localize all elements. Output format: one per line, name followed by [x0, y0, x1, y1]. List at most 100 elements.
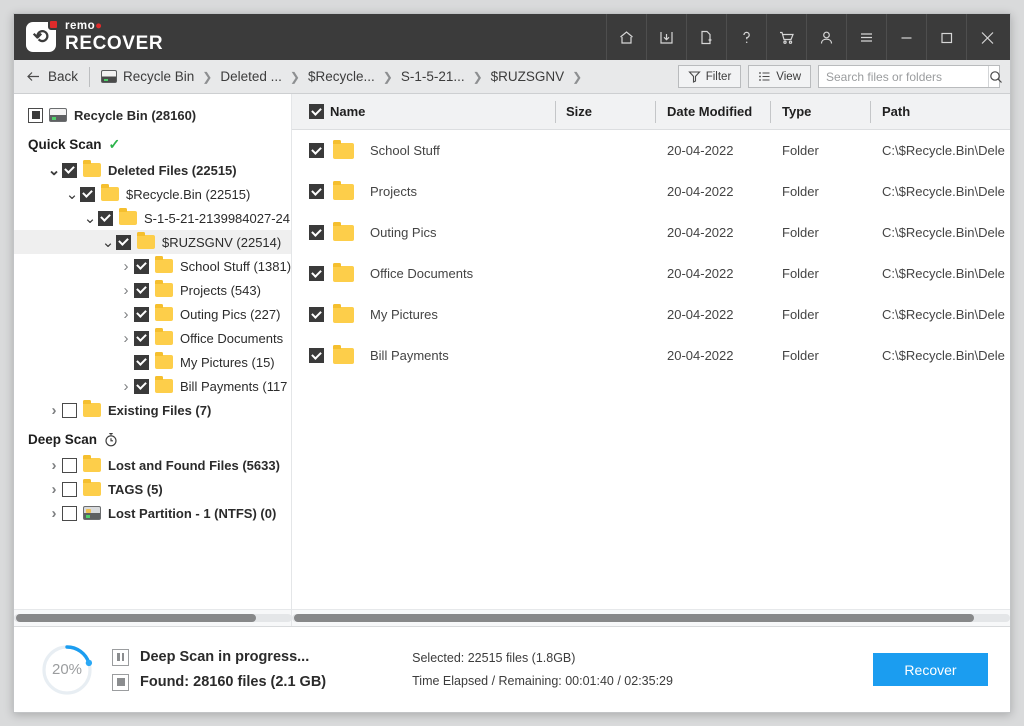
- cell-name[interactable]: Projects: [309, 180, 417, 200]
- table-row[interactable]: Projects 20-04-2022 Folder C:\$Recycle.Bin\…: [292, 171, 1010, 212]
- tree-item-checkbox[interactable]: [134, 354, 149, 370]
- tree-item-checkbox[interactable]: [98, 210, 113, 226]
- cell-name[interactable]: School Stuff: [309, 139, 440, 159]
- tree-item[interactable]: › TAGS (5): [14, 477, 291, 501]
- search-box[interactable]: [818, 65, 1003, 88]
- select-all-checkbox[interactable]: [309, 104, 324, 119]
- close-icon[interactable]: [966, 14, 1010, 60]
- tree-item-checkbox[interactable]: [62, 481, 77, 497]
- row-checkbox[interactable]: [309, 307, 324, 322]
- tree-item-checkbox[interactable]: [62, 505, 77, 521]
- tree-item-checkbox[interactable]: [134, 330, 149, 346]
- tree-item[interactable]: › Office Documents: [14, 326, 291, 350]
- cell-name[interactable]: My Pictures: [309, 303, 438, 323]
- help-icon[interactable]: [726, 14, 766, 60]
- tree-item-checkbox[interactable]: [116, 234, 131, 250]
- tree-item-checkbox[interactable]: [62, 162, 77, 178]
- cart-icon[interactable]: [766, 14, 806, 60]
- tree-item[interactable]: › Lost and Found Files (5633): [14, 453, 291, 477]
- tree-item-checkbox[interactable]: [80, 186, 95, 202]
- sidebar-hscrollbar-thumb[interactable]: [16, 614, 256, 622]
- chevron-right-icon[interactable]: ›: [46, 457, 62, 474]
- table-row[interactable]: My Pictures 20-04-2022 Folder C:\$Recycle.B…: [292, 294, 1010, 335]
- breadcrumb-item-4[interactable]: $RUZSGNV: [491, 69, 565, 84]
- tree-item[interactable]: › Lost Partition - 1 (NTFS) (0): [14, 501, 291, 525]
- chevron-right-icon[interactable]: ›: [118, 282, 134, 299]
- tree-item[interactable]: My Pictures (15): [14, 350, 291, 374]
- new-file-icon[interactable]: [686, 14, 726, 60]
- tree-item[interactable]: › Bill Payments (117: [14, 374, 291, 398]
- tree-item[interactable]: › Projects (543): [14, 278, 291, 302]
- user-icon[interactable]: [806, 14, 846, 60]
- row-checkbox[interactable]: [309, 184, 324, 199]
- chevron-right-icon[interactable]: ›: [118, 306, 134, 323]
- table-row[interactable]: Outing Pics 20-04-2022 Folder C:\$Recycle.B…: [292, 212, 1010, 253]
- chevron-right-icon[interactable]: ›: [46, 481, 62, 498]
- search-input[interactable]: [819, 66, 988, 87]
- row-checkbox[interactable]: [309, 266, 324, 281]
- sidebar-hscrollbar-track[interactable]: [14, 609, 291, 626]
- column-divider[interactable]: [770, 101, 771, 123]
- tree-item[interactable]: › Outing Pics (227): [14, 302, 291, 326]
- save-icon[interactable]: [646, 14, 686, 60]
- chevron-right-icon[interactable]: ›: [46, 402, 62, 419]
- cell-name[interactable]: Outing Pics: [309, 221, 436, 241]
- home-icon[interactable]: [606, 14, 646, 60]
- sidebar-tree-panel[interactable]: Recycle Bin (28160) Quick Scan ✓ ⌄ Delete…: [14, 94, 292, 626]
- breadcrumb-item-0[interactable]: Recycle Bin: [101, 69, 194, 84]
- table-row[interactable]: Bill Payments 20-04-2022 Folder C:\$Recycle…: [292, 335, 1010, 376]
- chevron-down-icon[interactable]: ⌄: [100, 235, 116, 250]
- column-header-type[interactable]: Type: [782, 94, 811, 129]
- breadcrumb-item-2[interactable]: $Recycle...: [308, 69, 375, 84]
- tree-item-checkbox[interactable]: [134, 306, 149, 322]
- column-divider[interactable]: [555, 101, 556, 123]
- chevron-down-icon[interactable]: ⌄: [82, 211, 98, 226]
- back-button[interactable]: Back: [26, 69, 78, 84]
- column-divider[interactable]: [655, 101, 656, 123]
- pause-button[interactable]: [112, 648, 129, 666]
- row-checkbox[interactable]: [309, 143, 324, 158]
- row-checkbox[interactable]: [309, 348, 324, 363]
- column-header-date-modified[interactable]: Date Modified: [667, 94, 752, 129]
- column-divider[interactable]: [870, 101, 871, 123]
- column-header-name[interactable]: Name: [309, 94, 365, 129]
- table-row[interactable]: School Stuff 20-04-2022 Folder C:\$Recycle.…: [292, 130, 1010, 171]
- filelist-hscrollbar-track[interactable]: [292, 609, 1010, 626]
- tree-item[interactable]: ⌄ $RUZSGNV (22514): [14, 230, 291, 254]
- tree-item[interactable]: ⌄ $Recycle.Bin (22515): [14, 182, 291, 206]
- search-icon[interactable]: [988, 66, 1003, 87]
- tree-item-checkbox[interactable]: [62, 457, 77, 473]
- chevron-right-icon[interactable]: ›: [118, 378, 134, 395]
- root-checkbox[interactable]: [28, 107, 43, 123]
- breadcrumb-item-1[interactable]: Deleted ...: [220, 69, 282, 84]
- tree-item[interactable]: › Existing Files (7): [14, 398, 291, 422]
- minimize-icon[interactable]: [886, 14, 926, 60]
- column-header-size[interactable]: Size: [566, 94, 592, 129]
- tree-item-checkbox[interactable]: [134, 378, 149, 394]
- view-button[interactable]: View: [748, 65, 811, 88]
- cell-name[interactable]: Bill Payments: [309, 344, 449, 364]
- chevron-right-icon[interactable]: ›: [118, 330, 134, 347]
- tree-item[interactable]: ⌄ Deleted Files (22515): [14, 158, 291, 182]
- chevron-down-icon[interactable]: ⌄: [46, 163, 62, 178]
- table-row[interactable]: Office Documents 20-04-2022 Folder C:\$Recy…: [292, 253, 1010, 294]
- cell-name[interactable]: Office Documents: [309, 262, 473, 282]
- filelist-hscrollbar-thumb[interactable]: [294, 614, 974, 622]
- maximize-icon[interactable]: [926, 14, 966, 60]
- filter-button[interactable]: Filter: [677, 65, 742, 88]
- stop-button[interactable]: [112, 673, 129, 691]
- breadcrumb-item-3[interactable]: S-1-5-21...: [401, 69, 465, 84]
- tree-item[interactable]: › School Stuff (1381): [14, 254, 291, 278]
- tree-item-checkbox[interactable]: [134, 282, 149, 298]
- tree-item-recycle-bin-root[interactable]: Recycle Bin (28160): [14, 103, 291, 127]
- recover-button[interactable]: Recover: [873, 653, 988, 686]
- chevron-right-icon[interactable]: ›: [118, 258, 134, 275]
- tree-item[interactable]: ⌄ S-1-5-21-2139984027-24: [14, 206, 291, 230]
- column-header-path[interactable]: Path: [882, 94, 910, 129]
- tree-item-checkbox[interactable]: [134, 258, 149, 274]
- row-checkbox[interactable]: [309, 225, 324, 240]
- chevron-down-icon[interactable]: ⌄: [64, 187, 80, 202]
- chevron-right-icon[interactable]: ›: [46, 505, 62, 522]
- tree-item-checkbox[interactable]: [62, 402, 77, 418]
- menu-icon[interactable]: [846, 14, 886, 60]
